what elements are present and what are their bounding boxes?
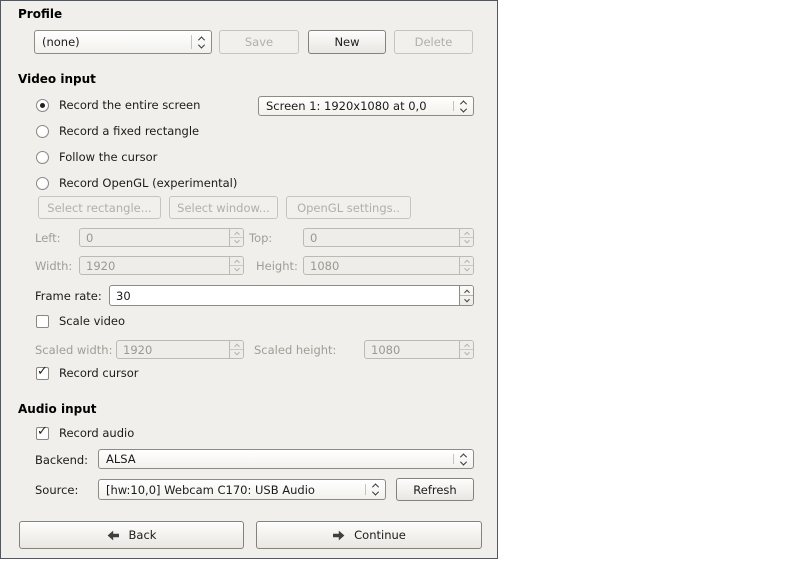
updown-arrows-icon: [454, 453, 473, 466]
radio-label: Record a fixed rectangle: [59, 124, 199, 138]
back-button-label: Back: [129, 528, 157, 542]
updown-arrows-icon: [192, 36, 211, 49]
page: Profile (none) Save New Delete Video inp…: [0, 0, 800, 561]
video-input-section-header: Video input: [18, 72, 96, 86]
spinner-arrows-icon: [229, 229, 243, 246]
radio-record-fixed-rectangle[interactable]: Record a fixed rectangle: [36, 124, 199, 138]
new-button[interactable]: New: [308, 30, 386, 54]
frame-rate-spinbox[interactable]: 30: [109, 285, 474, 306]
spinner-arrows-icon: [229, 341, 243, 358]
updown-arrows-icon: [454, 100, 473, 113]
spinner-arrows-icon: [459, 341, 473, 358]
continue-button[interactable]: Continue: [256, 521, 482, 549]
updown-arrows-icon: [366, 483, 385, 496]
radio-label: Record the entire screen: [59, 98, 200, 112]
radio-record-opengl[interactable]: Record OpenGL (experimental): [36, 176, 237, 190]
width-spinbox-value: 1920: [80, 257, 229, 274]
left-spinbox-value: 0: [80, 229, 229, 246]
scaled-height-value: 1080: [365, 341, 459, 358]
radio-icon: [36, 125, 49, 138]
radio-label: Follow the cursor: [59, 150, 157, 164]
scaled-width-spinbox: 1920: [116, 340, 244, 359]
spinner-arrows-icon: [459, 257, 473, 274]
select-rectangle-button: Select rectangle...: [38, 196, 161, 219]
checkbox-label: Record cursor: [59, 366, 138, 380]
frame-rate-label: Frame rate:: [35, 289, 102, 303]
scaled-height-label: Scaled height:: [254, 343, 336, 357]
checkbox-label: Scale video: [59, 314, 125, 328]
screen-combobox-value: Screen 1: 1920x1080 at 0,0: [259, 99, 453, 113]
scale-video-checkbox[interactable]: Scale video: [36, 314, 125, 328]
source-combobox-value: [hw:10,0] Webcam C170: USB Audio: [99, 483, 365, 497]
top-spinbox: 0: [303, 228, 474, 247]
top-label: Top:: [249, 231, 272, 245]
radio-record-entire-screen[interactable]: Record the entire screen: [36, 98, 200, 112]
radio-label: Record OpenGL (experimental): [59, 176, 237, 190]
checkbox-checked-icon: [36, 427, 49, 440]
frame-rate-value: 30: [110, 286, 459, 305]
spinner-arrows-icon[interactable]: [459, 286, 473, 305]
audio-input-section-header: Audio input: [18, 402, 96, 416]
left-label: Left:: [35, 231, 61, 245]
height-label: Height:: [256, 259, 298, 273]
opengl-settings-button: OpenGL settings..: [286, 196, 411, 219]
checkbox-unchecked-icon: [36, 315, 49, 328]
scaled-width-value: 1920: [117, 341, 229, 358]
checkbox-checked-icon: [36, 367, 49, 380]
scaled-height-spinbox: 1080: [364, 340, 474, 359]
profile-combobox-value: (none): [35, 35, 191, 49]
screen-combobox[interactable]: Screen 1: 1920x1080 at 0,0: [258, 96, 474, 116]
source-label: Source:: [35, 483, 78, 497]
spinner-arrows-icon: [459, 229, 473, 246]
spinner-arrows-icon: [229, 257, 243, 274]
back-button[interactable]: Back: [19, 521, 244, 549]
radio-selected-icon: [36, 99, 49, 112]
continue-arrow-icon: [332, 530, 345, 541]
profile-section-header: Profile: [18, 7, 62, 21]
top-spinbox-value: 0: [304, 229, 459, 246]
record-audio-checkbox[interactable]: Record audio: [36, 426, 134, 440]
select-window-button: Select window...: [169, 196, 278, 219]
radio-icon: [36, 151, 49, 164]
width-label: Width:: [35, 259, 72, 273]
back-arrow-icon: [107, 530, 120, 541]
input-settings-dialog: Profile (none) Save New Delete Video inp…: [0, 0, 498, 559]
height-spinbox: 1080: [303, 256, 474, 275]
height-spinbox-value: 1080: [304, 257, 459, 274]
record-cursor-checkbox[interactable]: Record cursor: [36, 366, 138, 380]
left-spinbox: 0: [79, 228, 244, 247]
source-combobox[interactable]: [hw:10,0] Webcam C170: USB Audio: [98, 479, 386, 500]
delete-button: Delete: [394, 30, 473, 54]
radio-follow-cursor[interactable]: Follow the cursor: [36, 150, 157, 164]
backend-combobox[interactable]: ALSA: [98, 449, 474, 469]
scaled-width-label: Scaled width:: [35, 343, 112, 357]
profile-combobox[interactable]: (none): [34, 30, 212, 54]
radio-icon: [36, 177, 49, 190]
backend-combobox-value: ALSA: [99, 452, 453, 466]
refresh-button[interactable]: Refresh: [396, 478, 474, 501]
width-spinbox: 1920: [79, 256, 244, 275]
save-button: Save: [219, 30, 299, 54]
backend-label: Backend:: [35, 453, 88, 467]
continue-button-label: Continue: [354, 528, 406, 542]
checkbox-label: Record audio: [59, 426, 134, 440]
